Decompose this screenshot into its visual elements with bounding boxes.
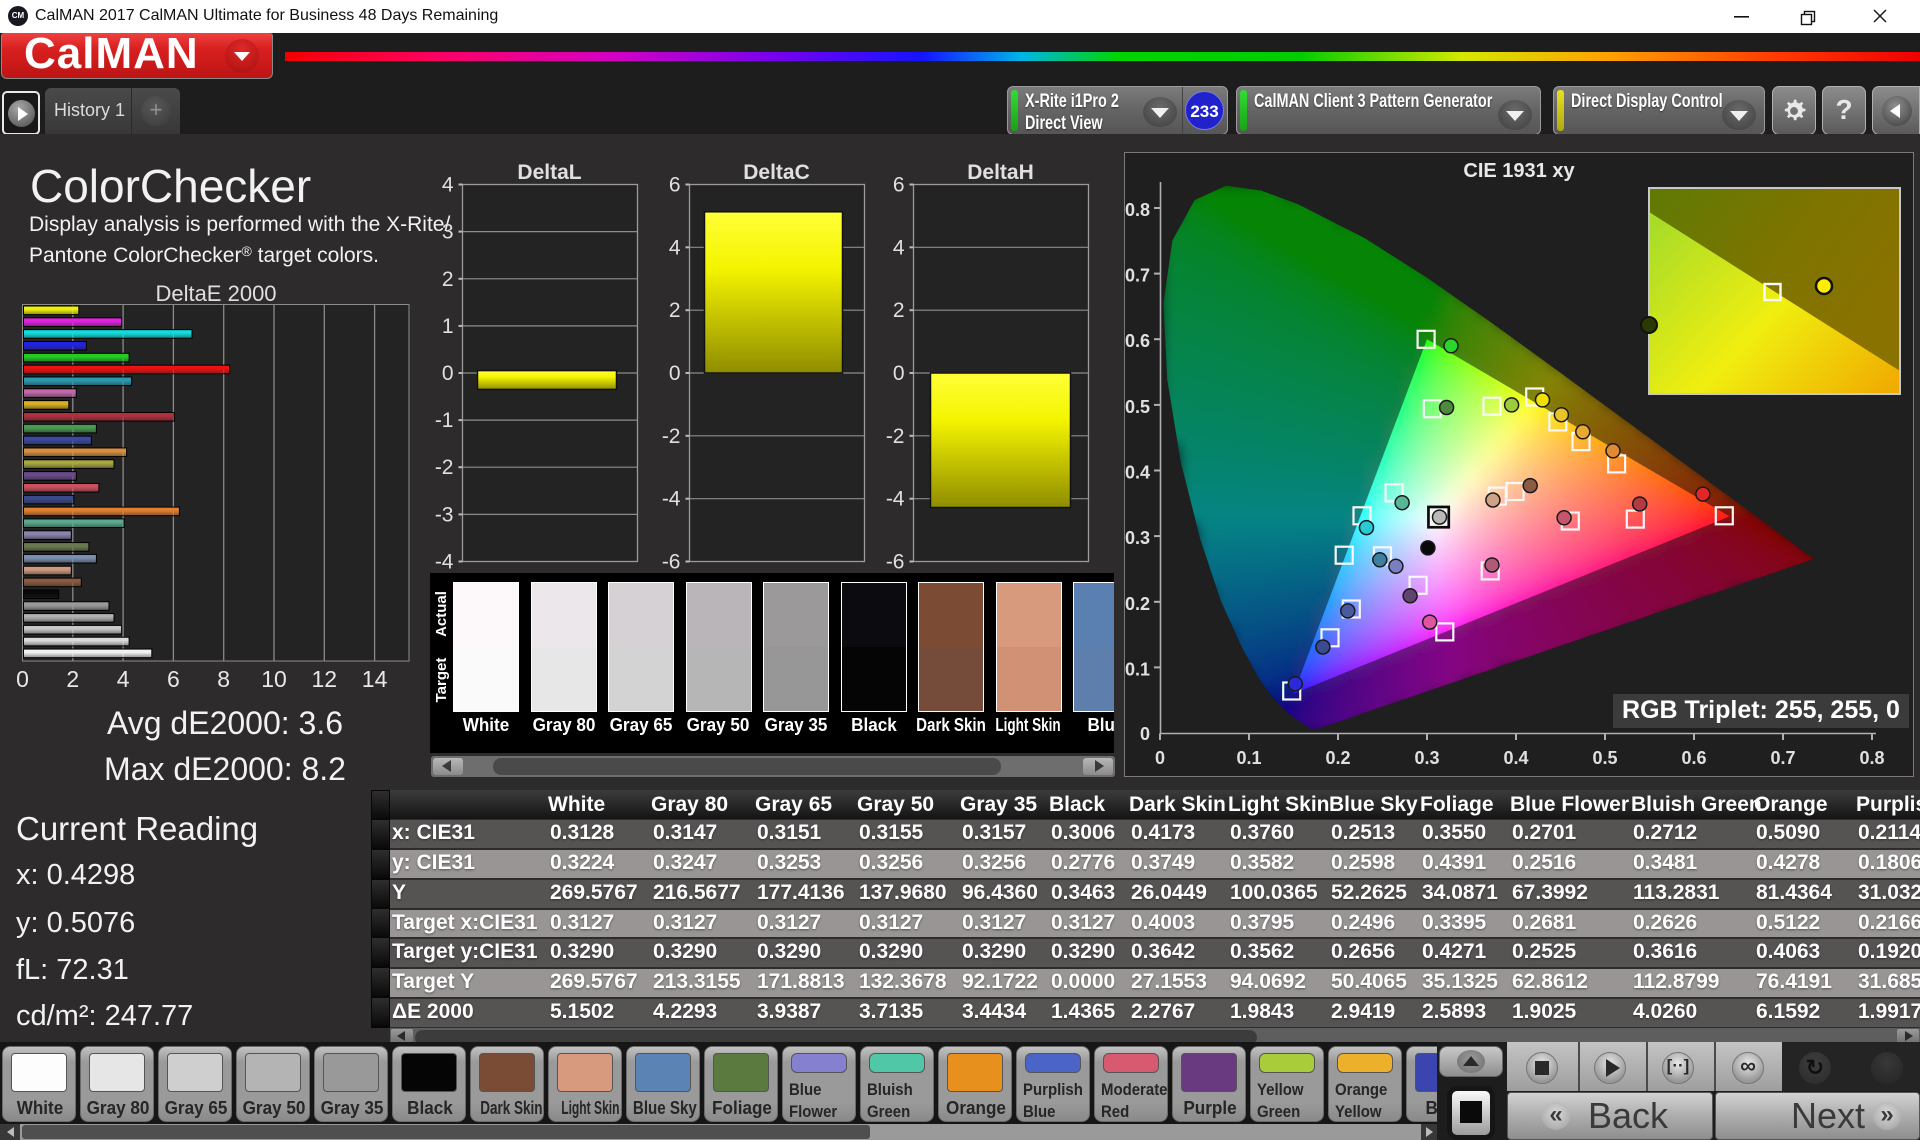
svg-text:0.8: 0.8 <box>1125 200 1150 220</box>
svg-text:0.2: 0.2 <box>1125 594 1150 614</box>
svg-text:10: 10 <box>261 666 287 692</box>
svg-text:0: 0 <box>893 362 905 385</box>
svg-text:8: 8 <box>217 666 230 692</box>
svg-text:1: 1 <box>442 315 454 338</box>
svg-text:RGB Triplet: 255, 255, 0: RGB Triplet: 255, 255, 0 <box>1622 696 1900 724</box>
svg-text:-1: -1 <box>435 409 454 432</box>
svg-text:0: 0 <box>1155 748 1165 768</box>
svg-text:3: 3 <box>442 221 454 244</box>
svg-text:-4: -4 <box>886 488 905 511</box>
svg-text:0.6: 0.6 <box>1681 748 1706 768</box>
svg-text:6: 6 <box>167 666 180 692</box>
svg-text:0: 0 <box>669 362 681 385</box>
svg-text:14: 14 <box>362 666 388 692</box>
svg-text:0.3: 0.3 <box>1414 748 1439 768</box>
svg-text:0: 0 <box>16 666 29 692</box>
svg-text:-6: -6 <box>662 551 681 574</box>
svg-text:-2: -2 <box>662 425 681 448</box>
svg-text:0.7: 0.7 <box>1770 748 1795 768</box>
svg-text:4: 4 <box>893 236 905 259</box>
svg-text:4: 4 <box>442 174 454 197</box>
svg-text:0.5: 0.5 <box>1125 397 1150 417</box>
svg-text:CIE 1931 xy: CIE 1931 xy <box>1463 160 1575 182</box>
svg-text:0.6: 0.6 <box>1125 331 1150 351</box>
svg-text:0.1: 0.1 <box>1125 659 1150 679</box>
svg-text:4: 4 <box>117 666 130 692</box>
svg-text:4: 4 <box>669 236 681 259</box>
svg-text:0.5: 0.5 <box>1592 748 1617 768</box>
svg-text:-2: -2 <box>886 425 905 448</box>
svg-text:-4: -4 <box>662 488 681 511</box>
svg-text:0.8: 0.8 <box>1859 748 1884 768</box>
svg-text:0.7: 0.7 <box>1125 266 1150 286</box>
svg-text:-6: -6 <box>886 551 905 574</box>
svg-text:2: 2 <box>893 299 905 322</box>
svg-text:6: 6 <box>893 174 905 197</box>
svg-text:-3: -3 <box>435 503 454 526</box>
svg-text:0.2: 0.2 <box>1325 748 1350 768</box>
svg-text:0: 0 <box>1140 724 1150 744</box>
svg-text:2: 2 <box>442 268 454 291</box>
svg-text:0.1: 0.1 <box>1236 748 1261 768</box>
svg-text:0.4: 0.4 <box>1125 463 1150 483</box>
svg-text:2: 2 <box>66 666 79 692</box>
svg-text:0.3: 0.3 <box>1125 528 1150 548</box>
svg-text:0.4: 0.4 <box>1503 748 1528 768</box>
svg-text:0: 0 <box>442 362 454 385</box>
svg-text:-2: -2 <box>435 456 454 479</box>
svg-text:-4: -4 <box>435 551 454 574</box>
svg-text:2: 2 <box>669 299 681 322</box>
svg-text:12: 12 <box>312 666 338 692</box>
svg-text:6: 6 <box>669 174 681 197</box>
